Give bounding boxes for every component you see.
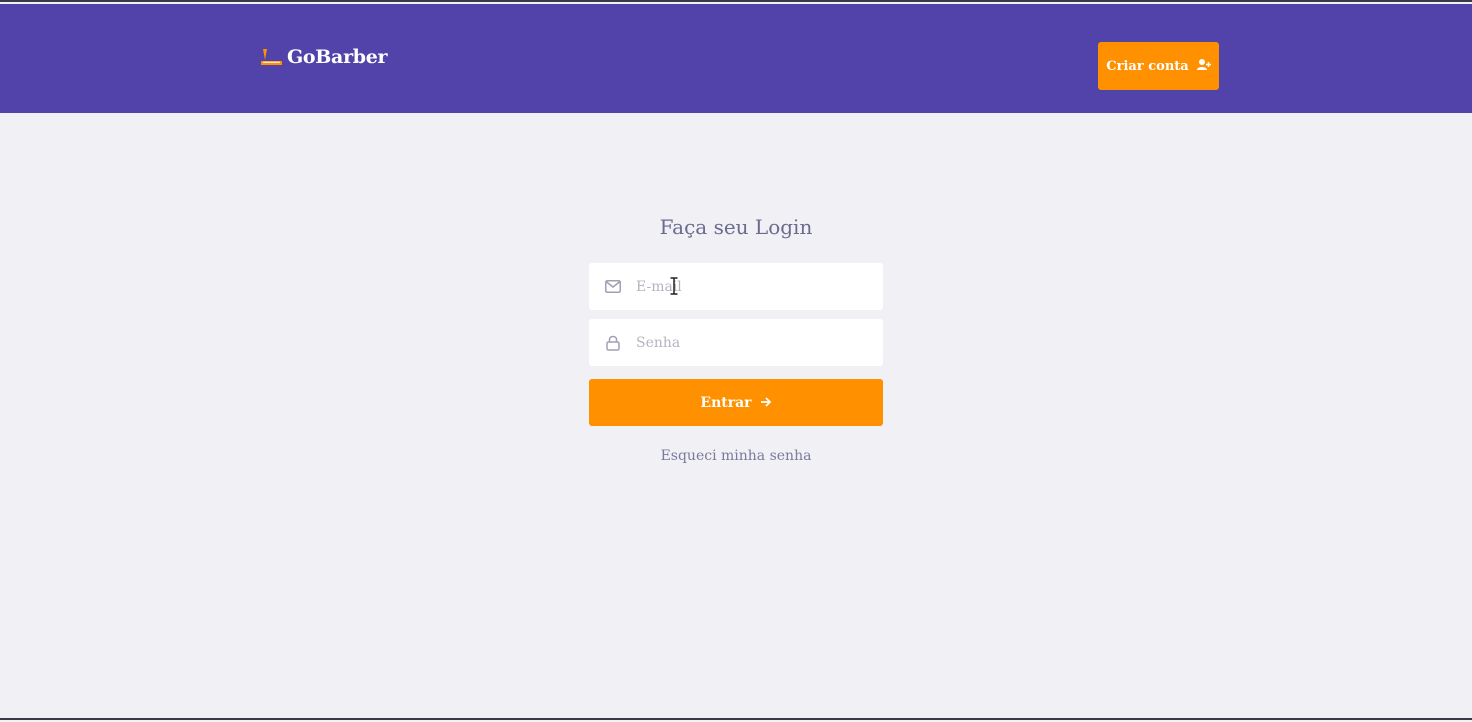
login-button[interactable]: Entrar <box>589 379 883 426</box>
login-section: Faça seu Login Entrar <box>0 2 1472 722</box>
password-input[interactable] <box>636 334 866 351</box>
page-title: Faça seu Login <box>659 215 813 239</box>
forgot-password-row: Esqueci minha senha <box>0 448 1472 464</box>
lock-icon <box>604 334 622 352</box>
mail-icon <box>604 278 622 296</box>
arrow-right-icon <box>760 395 772 411</box>
forgot-password-link[interactable]: Esqueci minha senha <box>661 448 812 464</box>
text-cursor-icon <box>670 277 678 295</box>
password-field[interactable] <box>589 319 883 366</box>
email-field[interactable] <box>589 263 883 310</box>
login-button-label: Entrar <box>700 394 752 411</box>
